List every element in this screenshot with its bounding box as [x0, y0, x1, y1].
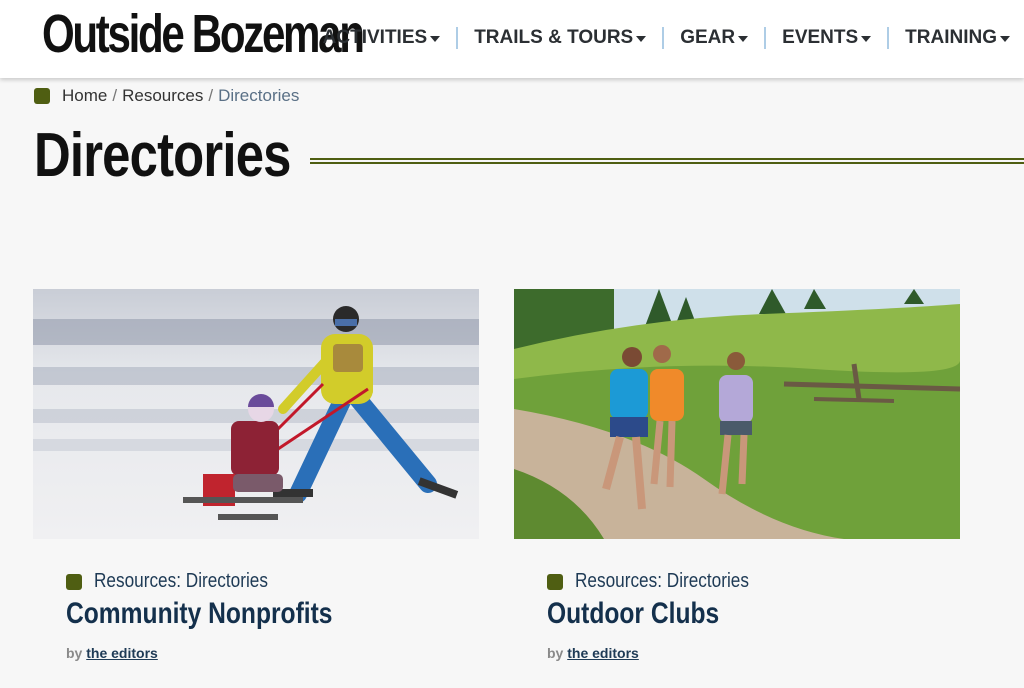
byline-prefix: by [547, 645, 564, 661]
nav-item-gear[interactable]: GEAR [680, 27, 749, 49]
breadcrumb-separator: / [208, 86, 214, 105]
page-title: Directories [34, 121, 291, 190]
card-byline: by the editors [66, 645, 158, 661]
title-divider [310, 158, 1024, 164]
article-card [514, 289, 960, 539]
card-byline: by the editors [547, 645, 639, 661]
nav-item-label: TRAILS & TOURS [474, 27, 634, 48]
site-header: Outside Bozeman ACTIVITIES TRAILS & TOUR… [0, 0, 1024, 78]
trail-runners-photo [514, 289, 960, 539]
main-nav: ACTIVITIES TRAILS & TOURS GEAR EVENTS TR… [323, 22, 1010, 54]
nav-divider [887, 27, 890, 49]
adaptive-ski-photo [33, 289, 479, 539]
caret-down-icon [738, 36, 749, 42]
card-category: Resources: Directories [66, 570, 296, 593]
category-square-icon [547, 573, 563, 590]
author-link[interactable]: the editors [86, 645, 158, 661]
nav-item-label: ACTIVITIES [322, 27, 428, 48]
breadcrumb-resources[interactable]: Resources [122, 86, 203, 106]
nav-item-events[interactable]: EVENTS [782, 27, 872, 49]
site-logo[interactable]: Outside Bozeman [42, 2, 365, 66]
nav-item-label: TRAINING [905, 27, 997, 48]
nav-divider [662, 27, 665, 49]
nav-divider [764, 27, 767, 49]
card-category-label[interactable]: Resources: Directories [575, 570, 749, 593]
nav-item-activities[interactable]: ACTIVITIES [323, 27, 441, 49]
breadcrumb: Home / Resources / Directories [34, 86, 299, 106]
byline-prefix: by [66, 645, 83, 661]
breadcrumb-home[interactable]: Home [62, 86, 107, 106]
author-link[interactable]: the editors [567, 645, 639, 661]
nav-item-label: EVENTS [782, 27, 859, 48]
card-category: Resources: Directories [547, 570, 777, 593]
card-image-trail-runners[interactable] [514, 289, 960, 539]
caret-down-icon [430, 36, 441, 42]
card-category-label[interactable]: Resources: Directories [94, 570, 268, 593]
category-square-icon [66, 573, 82, 590]
category-square-icon [34, 88, 50, 104]
breadcrumb-current: Directories [218, 86, 300, 105]
nav-item-training[interactable]: TRAINING [905, 27, 1010, 49]
nav-item-trails-tours[interactable]: TRAILS & TOURS [474, 27, 647, 49]
breadcrumb-separator: / [112, 86, 118, 105]
nav-divider [456, 27, 459, 49]
card-title[interactable]: Outdoor Clubs [547, 597, 719, 631]
caret-down-icon [861, 36, 872, 42]
card-title[interactable]: Community Nonprofits [66, 597, 332, 631]
caret-down-icon [1000, 36, 1010, 42]
card-image-adaptive-skiing[interactable] [33, 289, 479, 539]
article-card [33, 289, 479, 539]
caret-down-icon [636, 36, 647, 42]
nav-item-label: GEAR [680, 27, 736, 48]
